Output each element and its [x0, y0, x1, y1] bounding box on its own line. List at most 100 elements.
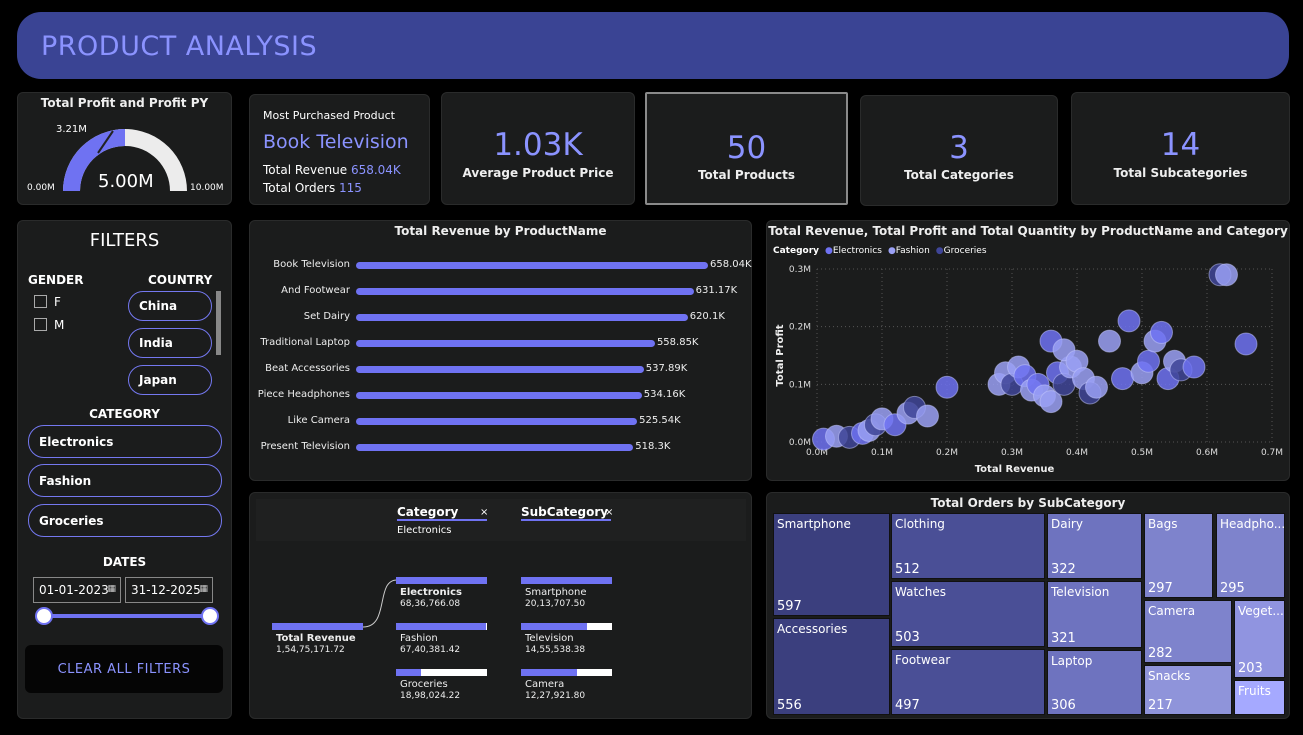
bar-value-label: 525.54K: [639, 415, 681, 426]
treemap-cell[interactable]: Headpho... 295: [1216, 513, 1285, 598]
bar[interactable]: [356, 418, 638, 425]
date-from-input[interactable]: 01-01-2023 ▦: [33, 577, 121, 603]
scatter-chart-card[interactable]: Total Revenue, Total Profit and Total Qu…: [766, 220, 1290, 481]
date-slider-end-handle[interactable]: [201, 607, 219, 625]
decomp-subcategory-value: 14,55,538.38: [525, 645, 586, 655]
decomp-category-label: Groceries: [400, 679, 448, 690]
country-china[interactable]: China: [128, 291, 212, 321]
decomp-subcategory-label: Smartphone: [525, 587, 587, 598]
y-axis-label: Total Profit: [775, 324, 786, 386]
treemap-cell[interactable]: Clothing 512: [891, 513, 1045, 579]
revenue-by-product-chart[interactable]: Total Revenue by ProductName Book Televi…: [249, 220, 752, 481]
date-from-value: 01-01-2023: [39, 583, 109, 597]
bar-value-label: 518.3K: [635, 441, 671, 452]
treemap-cell-value: 297: [1148, 581, 1173, 596]
category-fashion[interactable]: Fashion: [28, 464, 222, 497]
country-india[interactable]: India: [128, 328, 212, 358]
decomp-subcategory-bar[interactable]: [521, 577, 612, 584]
gauge-card[interactable]: Total Profit and Profit PY 3.21M 5.00M 0…: [17, 92, 232, 205]
scatter-point[interactable]: [1182, 355, 1206, 379]
treemap-cell[interactable]: Bags 297: [1144, 513, 1213, 598]
kpi-total-subcategories-card[interactable]: 14 Total Subcategories: [1071, 92, 1290, 205]
calendar-icon[interactable]: ▦: [107, 584, 116, 594]
decomposition-tree[interactable]: Category × Electronics SubCategory × Tot…: [249, 492, 752, 719]
treemap-cell[interactable]: Fruits: [1234, 680, 1285, 715]
treemap-cell-name: Clothing: [895, 517, 945, 531]
treemap-cell[interactable]: Laptop 306: [1047, 650, 1142, 715]
treemap-cell-name: Watches: [895, 585, 946, 599]
most-purchased-card[interactable]: Most Purchased Product Book Television T…: [249, 94, 430, 205]
category-groceries[interactable]: Groceries: [28, 504, 222, 537]
scatter-point[interactable]: [916, 404, 939, 428]
x-tick-label: 0.3M: [1001, 448, 1023, 458]
country-scrollbar[interactable]: [216, 291, 221, 355]
bar[interactable]: [356, 366, 644, 373]
scatter-point[interactable]: [1085, 375, 1108, 399]
calendar-icon[interactable]: ▦: [199, 584, 208, 594]
scatter-point[interactable]: [1117, 309, 1141, 333]
scatter-point[interactable]: [1098, 329, 1121, 353]
bar[interactable]: [356, 262, 708, 269]
scatter-point[interactable]: [935, 375, 959, 399]
bar-value-label: 558.85K: [656, 337, 699, 348]
decomp-subcategory-value: 20,13,707.50: [525, 599, 586, 609]
gender-option-m[interactable]: M: [34, 318, 94, 334]
treemap-cell-name: Bags: [1148, 517, 1178, 531]
bar[interactable]: [356, 392, 642, 399]
kpi-total-categories-card[interactable]: 3 Total Categories: [860, 95, 1058, 206]
treemap-cell[interactable]: Footwear 497: [891, 649, 1045, 715]
scatter-point[interactable]: [1215, 263, 1238, 287]
decomp-category-bar-fill: [396, 623, 487, 630]
decomp-root-bar[interactable]: [272, 623, 363, 630]
date-slider-track[interactable]: [44, 614, 210, 618]
treemap-cell[interactable]: Smartphone 597: [773, 513, 890, 616]
dates-label: DATES: [102, 555, 147, 569]
country-japan[interactable]: Japan: [128, 365, 212, 395]
bar-label: Traditional Laptop: [260, 337, 350, 348]
decomp-subcategory-bar-fill: [521, 577, 612, 584]
decomp-subcategory-value: 12,27,921.80: [525, 691, 586, 701]
treemap-cell-name: Footwear: [895, 653, 951, 667]
kpi-total-products-card[interactable]: 50 Total Products: [645, 92, 848, 205]
orders-label: Total Orders: [263, 181, 336, 195]
date-slider-start-handle[interactable]: [35, 607, 53, 625]
treemap-cell-value: 282: [1148, 646, 1173, 661]
treemap-cell[interactable]: Dairy 322: [1047, 513, 1142, 579]
treemap-cell-value: 512: [895, 562, 920, 577]
treemap-cell-name: Television: [1051, 585, 1110, 599]
treemap-cell-value: 556: [777, 698, 802, 713]
date-to-input[interactable]: 31-12-2025 ▦: [125, 577, 213, 603]
bar[interactable]: [356, 340, 655, 347]
scatter-point[interactable]: [1150, 320, 1173, 344]
gender-option-f[interactable]: F: [34, 295, 94, 311]
treemap-cell[interactable]: Snacks 217: [1144, 665, 1232, 715]
bar[interactable]: [356, 288, 694, 295]
bar[interactable]: [356, 314, 688, 321]
scatter-point[interactable]: [1234, 332, 1258, 356]
country-label: COUNTRY: [148, 273, 213, 287]
scatter-point[interactable]: [1137, 349, 1160, 373]
decomp-category-bar[interactable]: [396, 577, 487, 584]
bar[interactable]: [356, 444, 634, 451]
scatter-point[interactable]: [1111, 367, 1134, 391]
kpi-avg-price-card[interactable]: 1.03K Average Product Price: [441, 92, 635, 205]
decomp-category-bar[interactable]: [396, 623, 487, 630]
decomp-subcategory-bar[interactable]: [521, 669, 612, 676]
decomp-category-label: Fashion: [400, 633, 438, 644]
x-tick-label: 0.6M: [1196, 448, 1218, 458]
gender-m-checkbox[interactable]: [34, 318, 47, 331]
clear-filters-button[interactable]: CLEAR ALL FILTERS: [25, 645, 223, 693]
decomp-category-bar[interactable]: [396, 669, 487, 676]
decomp-subcategory-bar[interactable]: [521, 623, 612, 630]
orders-treemap-card[interactable]: Total Orders by SubCategory Smartphone 59…: [766, 492, 1290, 719]
treemap-cell[interactable]: Watches 503: [891, 581, 1045, 647]
category-electronics[interactable]: Electronics: [28, 425, 222, 458]
treemap-cell[interactable]: Camera 282: [1144, 600, 1232, 663]
bar-value-label: 534.16K: [643, 389, 686, 400]
gender-f-checkbox[interactable]: [34, 295, 47, 308]
bar-label: Present Television: [260, 441, 350, 452]
treemap-cell[interactable]: Veget... 203: [1234, 600, 1285, 678]
decomp-category-value: 68,36,766.08: [400, 599, 461, 609]
treemap-cell[interactable]: Accessories 556: [773, 618, 890, 715]
treemap-cell[interactable]: Television 321: [1047, 581, 1142, 648]
